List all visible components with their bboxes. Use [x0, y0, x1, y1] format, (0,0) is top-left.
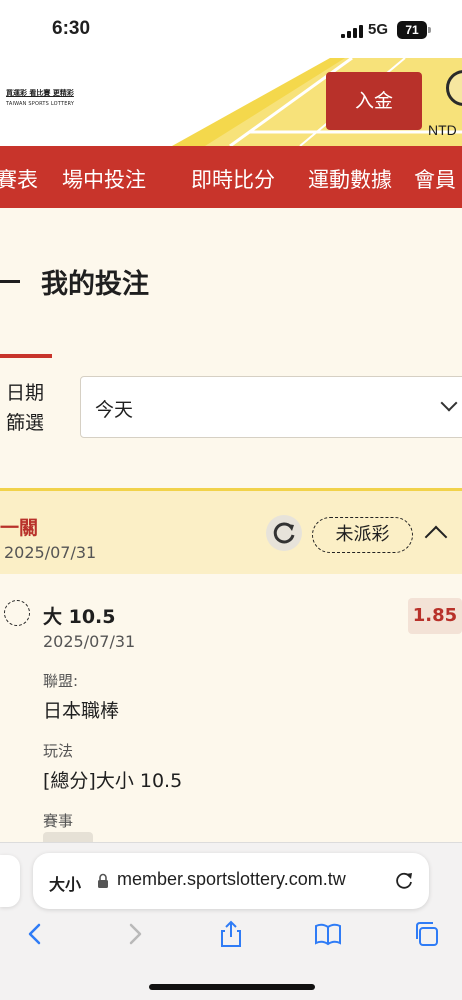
bookmarks-icon[interactable]: [313, 919, 343, 949]
chevron-up-icon[interactable]: [424, 525, 448, 549]
bet-card-header[interactable]: 一關 2025/07/31 未派彩: [0, 488, 462, 574]
currency-label: NTD: [428, 122, 457, 138]
logo-slogan: 買運彩 看比賽 更精彩: [6, 89, 74, 97]
selection-date: 2025/07/31: [43, 632, 136, 651]
date-filter-select[interactable]: 今天: [80, 376, 462, 438]
lock-icon: [98, 873, 108, 888]
battery-icon: 71: [397, 21, 427, 39]
date-filter-label: 日期 篩選: [6, 378, 44, 438]
refresh-icon[interactable]: [266, 515, 302, 551]
date-filter-label-line2: 篩選: [6, 412, 45, 434]
bet-detail: 大 10.5 2025/07/31 1.85 聯盟: 日本職棒 玩法 [總分]大…: [0, 574, 462, 846]
tab-underline: [0, 354, 52, 358]
logo-english: TAIWAN SPORTS LOTTERY: [6, 101, 75, 107]
browser-toolbar: 大小 member.sportslottery.com.tw: [0, 842, 462, 1000]
previous-tab[interactable]: [0, 855, 20, 907]
nav-item-member[interactable]: 會員: [414, 164, 456, 194]
page-title: 我的投注: [41, 269, 149, 300]
date-filter-value: 今天: [95, 399, 134, 421]
date-filter-label-line1: 日期: [6, 382, 45, 404]
status-badge: 未派彩: [312, 517, 413, 553]
play-value: [總分]大小 10.5: [43, 770, 183, 792]
nav-item-live-betting[interactable]: 場中投注: [62, 164, 146, 194]
address-bar[interactable]: 大小 member.sportslottery.com.tw: [33, 853, 429, 909]
tabs-icon[interactable]: [412, 919, 442, 949]
event-label: 賽事: [43, 812, 74, 830]
network-label: 5G: [368, 21, 389, 38]
chevron-down-icon: [440, 394, 458, 412]
url-text: member.sportslottery.com.tw: [117, 869, 346, 889]
home-indicator: [149, 984, 315, 990]
play-label: 玩法: [43, 742, 74, 760]
league-value: 日本職棒: [43, 700, 120, 722]
share-icon[interactable]: [216, 919, 246, 949]
forward-icon[interactable]: [120, 919, 150, 949]
reload-icon[interactable]: [393, 869, 415, 891]
odds-badge: 1.85: [408, 598, 462, 634]
nav-item-live-scores[interactable]: 即時比分: [191, 164, 275, 194]
logo[interactable]: 買運彩 看比賽 更精彩 TAIWAN SPORTS LOTTERY: [6, 88, 106, 107]
selection-name: 大 10.5: [43, 606, 116, 628]
nav-item-sports-data[interactable]: 運動數據: [308, 164, 392, 194]
site-header: 買運彩 看比賽 更精彩 TAIWAN SPORTS LOTTERY 入金 NTD: [0, 58, 462, 146]
league-label: 聯盟:: [43, 672, 79, 690]
status-time: 6:30: [52, 18, 91, 39]
deposit-button[interactable]: 入金: [326, 72, 422, 130]
status-bar: 6:30 5G 71: [0, 0, 462, 58]
bet-type: 一關: [0, 517, 39, 539]
back-icon[interactable]: [0, 280, 20, 283]
signal-icon: [341, 25, 363, 38]
pending-status-icon: [4, 600, 30, 626]
main-nav: 賽表 場中投注 即時比分 運動數據 會員: [0, 146, 462, 208]
battery-tip: [428, 27, 431, 33]
bet-date: 2025/07/31: [4, 543, 97, 562]
text-size-button[interactable]: 大小: [49, 871, 81, 895]
nav-item-schedule[interactable]: 賽表: [0, 164, 38, 194]
back-icon[interactable]: [20, 919, 50, 949]
